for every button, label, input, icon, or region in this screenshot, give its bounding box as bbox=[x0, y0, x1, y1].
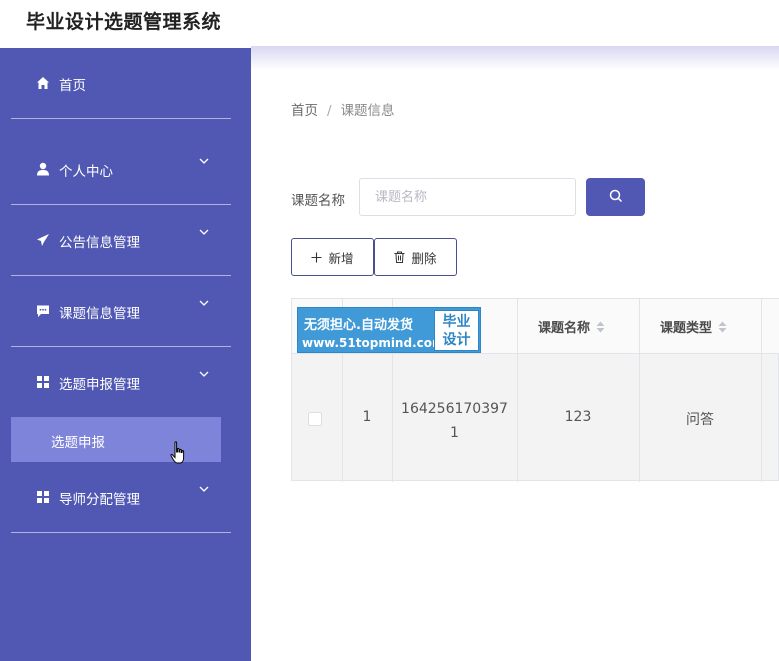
row-id-line1: 164256170397 bbox=[401, 401, 508, 417]
sidebar-item-announcement[interactable]: 公告信息管理 bbox=[11, 205, 231, 276]
sidebar-item-label: 公告信息管理 bbox=[59, 235, 140, 251]
trash-icon bbox=[394, 251, 405, 263]
sidebar-item-personal-center[interactable]: 个人中心 bbox=[11, 134, 231, 205]
watermark-line1: 无须担心.自动发货 bbox=[304, 318, 413, 333]
top-bar: 毕业设计选题管理系统 bbox=[0, 0, 779, 48]
column-divider bbox=[761, 299, 762, 482]
breadcrumb-home[interactable]: 首页 bbox=[291, 103, 318, 119]
watermark-badge-line1: 毕业 bbox=[442, 314, 471, 330]
delete-button[interactable]: 删除 bbox=[374, 238, 457, 276]
row-index: 1 bbox=[362, 409, 372, 425]
plus-icon bbox=[311, 252, 322, 262]
sidebar-subitem-label: 选题申报 bbox=[51, 435, 105, 451]
chevron-down-icon bbox=[199, 158, 209, 164]
column-header-topic-name[interactable]: 课题名称 bbox=[538, 317, 605, 336]
home-icon bbox=[37, 77, 49, 89]
add-button-label: 新增 bbox=[328, 251, 354, 266]
sidebar-item-topic-application[interactable]: 选题申报管理 bbox=[11, 347, 231, 418]
send-icon bbox=[37, 234, 49, 246]
breadcrumb-separator: / bbox=[327, 103, 332, 119]
hand-cursor-icon bbox=[170, 441, 185, 464]
row-id: 164256170397 1 bbox=[392, 397, 517, 445]
grid-icon bbox=[37, 376, 49, 388]
delete-button-label: 删除 bbox=[411, 251, 437, 266]
column-divider bbox=[639, 299, 640, 482]
column-header-label: 课题类型 bbox=[660, 321, 713, 336]
sidebar-item-advisor-assignment[interactable]: 导师分配管理 bbox=[11, 462, 231, 533]
sidebar: 首页 个人中心 公告信息管理 课题信息管理 选题申报管理 选题申报 导师分配管理 bbox=[0, 48, 251, 661]
search-input[interactable] bbox=[359, 178, 576, 216]
app-title: 毕业设计选题管理系统 bbox=[26, 11, 222, 33]
row-topic-type: 问答 bbox=[686, 412, 714, 428]
column-header-label: 课题名称 bbox=[538, 321, 591, 336]
message-icon bbox=[37, 305, 49, 317]
sidebar-item-home[interactable]: 首页 bbox=[11, 48, 231, 119]
row-checkbox[interactable] bbox=[308, 412, 322, 426]
sidebar-item-label: 个人中心 bbox=[59, 164, 113, 180]
sort-icon[interactable] bbox=[718, 321, 727, 333]
chevron-down-icon bbox=[199, 371, 209, 377]
sidebar-item-label: 选题申报管理 bbox=[59, 377, 140, 393]
column-header-topic-type[interactable]: 课题类型 bbox=[660, 317, 727, 336]
watermark-badge: 毕业 设计 bbox=[434, 310, 479, 351]
search-label: 课题名称 bbox=[291, 193, 345, 209]
sort-icon[interactable] bbox=[596, 321, 605, 333]
row-id-line2: 1 bbox=[450, 425, 459, 441]
chevron-down-icon bbox=[199, 300, 209, 306]
watermark-line2: www.51topmind.com bbox=[302, 336, 445, 350]
chevron-down-icon bbox=[199, 229, 209, 235]
search-icon bbox=[609, 189, 622, 202]
watermark-banner: 无须担心.自动发货 www.51topmind.com 毕业 设计 bbox=[297, 307, 481, 353]
user-icon bbox=[37, 162, 49, 176]
breadcrumb: 首页 / 课题信息 bbox=[291, 99, 395, 119]
grid-icon bbox=[37, 491, 49, 503]
watermark-badge-line2: 设计 bbox=[442, 332, 471, 348]
sidebar-item-label: 首页 bbox=[59, 78, 86, 94]
sidebar-subitem-topic-application[interactable]: 选题申报 bbox=[11, 417, 221, 462]
sidebar-item-topic-info[interactable]: 课题信息管理 bbox=[11, 276, 231, 347]
row-topic-name: 123 bbox=[564, 409, 592, 425]
chevron-down-icon bbox=[199, 486, 209, 492]
add-button[interactable]: 新增 bbox=[291, 238, 374, 276]
header-shadow bbox=[251, 46, 779, 70]
sidebar-item-label: 课题信息管理 bbox=[59, 306, 140, 322]
sidebar-item-label: 导师分配管理 bbox=[59, 492, 140, 508]
search-button[interactable] bbox=[586, 178, 645, 216]
breadcrumb-current: 课题信息 bbox=[340, 103, 395, 119]
column-divider bbox=[517, 299, 518, 482]
